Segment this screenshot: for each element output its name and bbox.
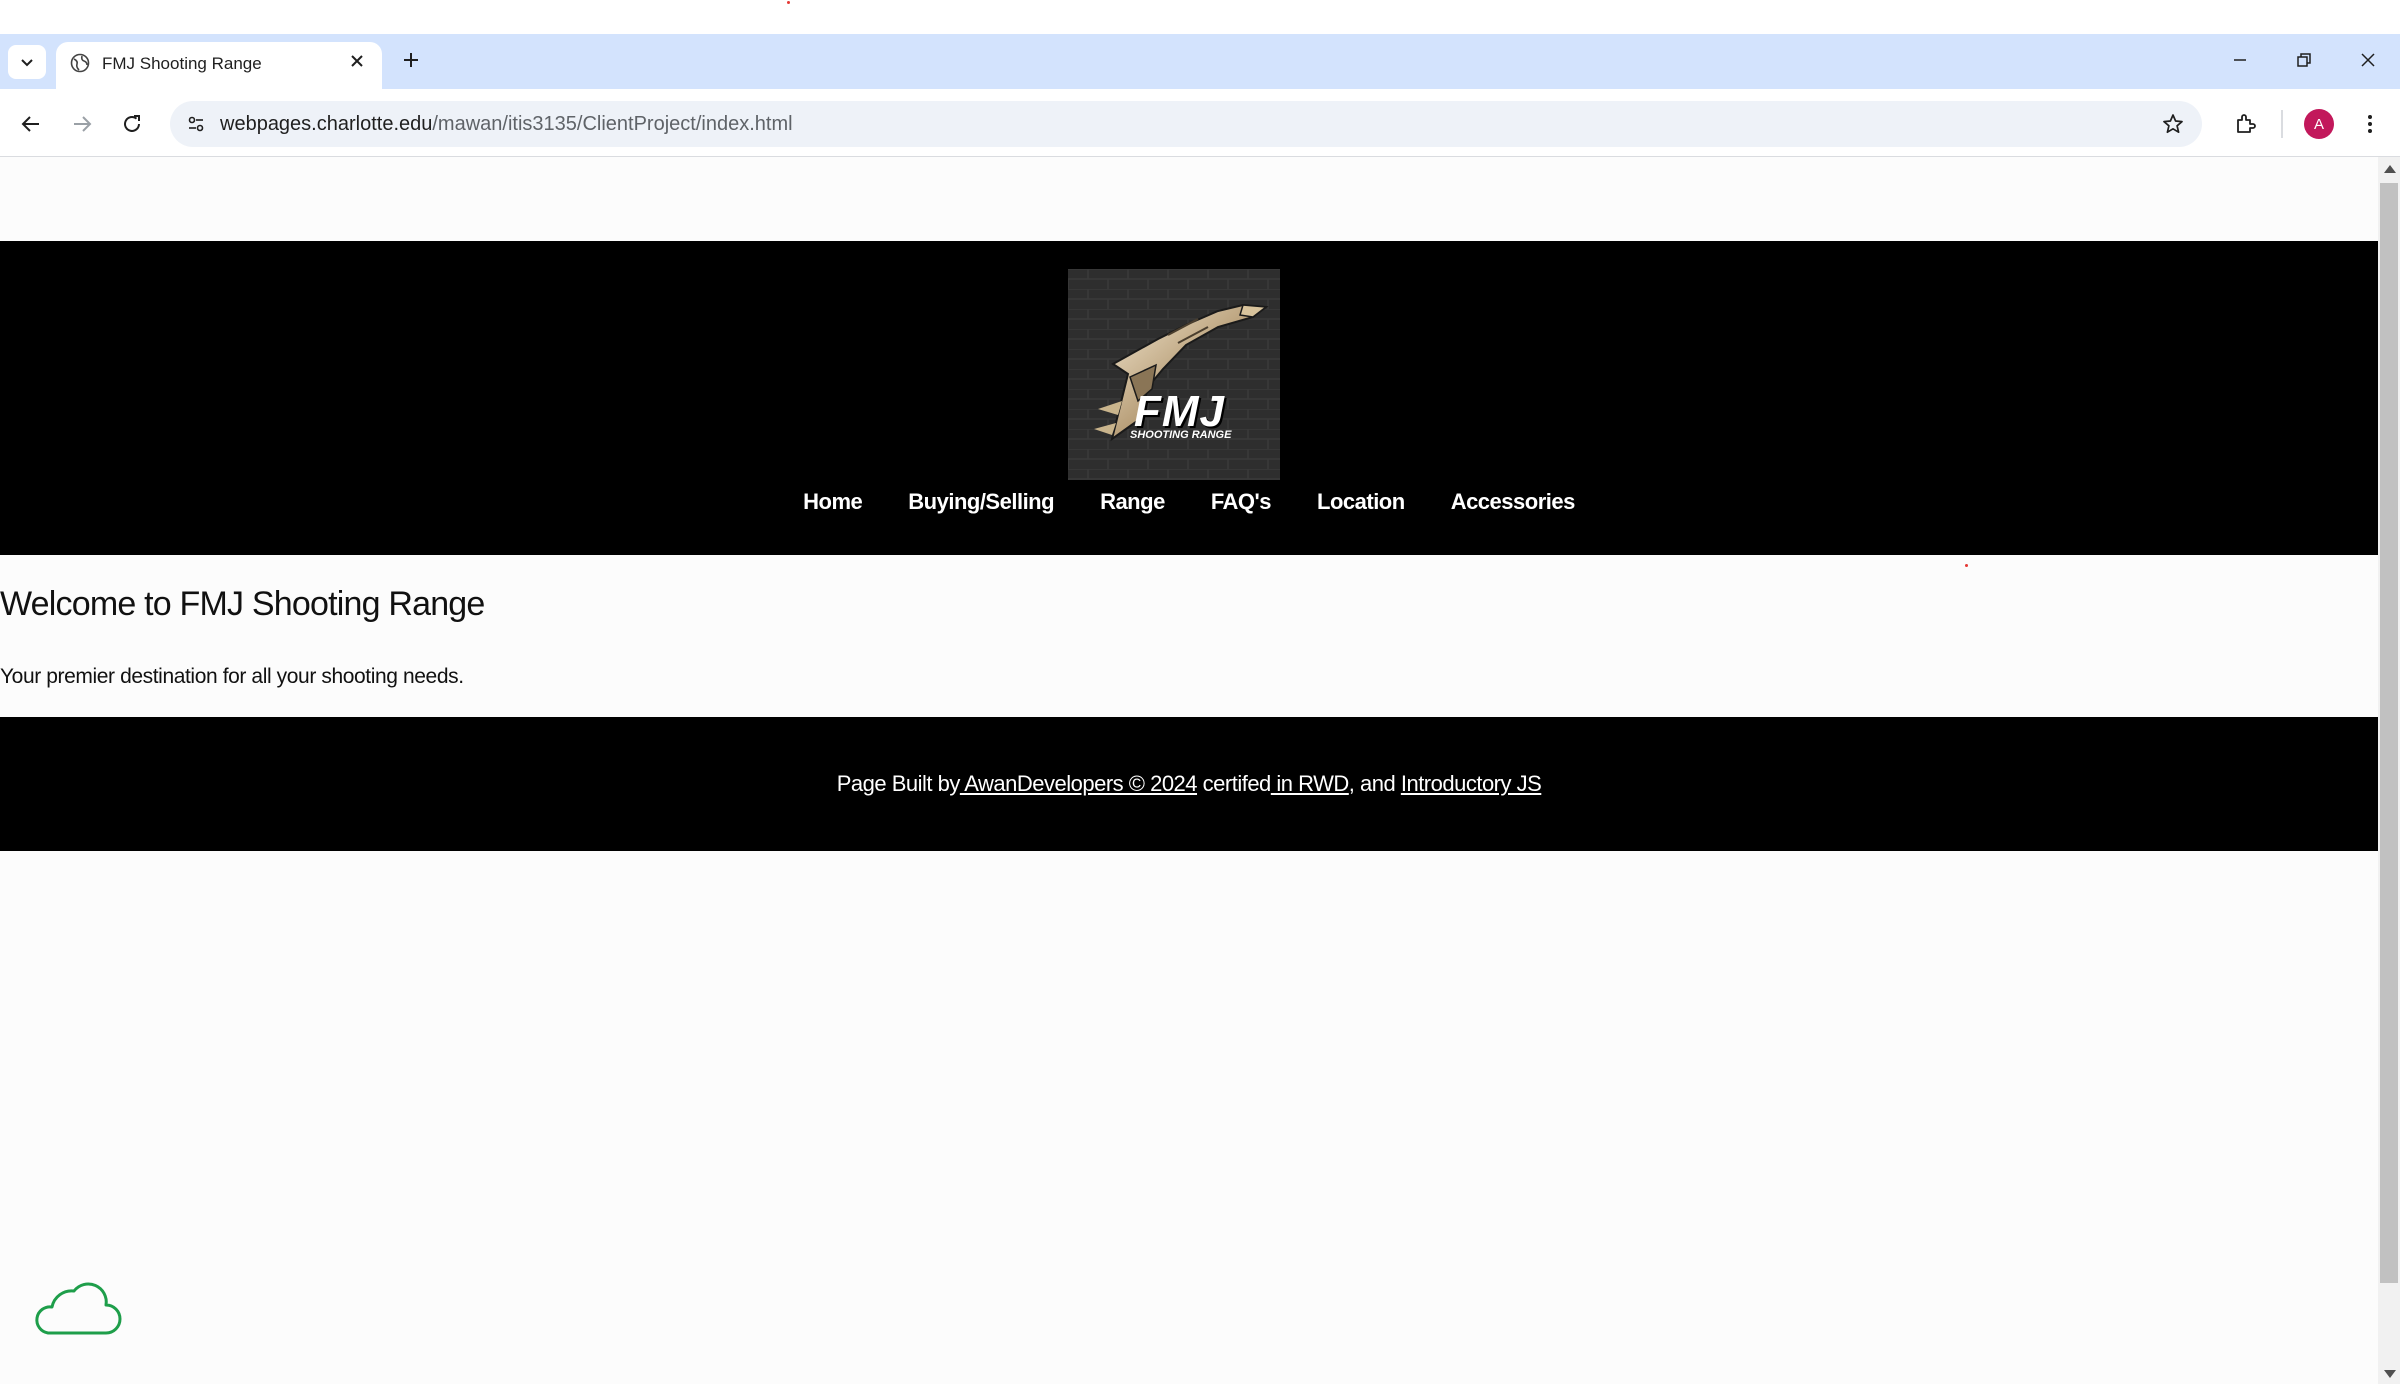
- site-logo[interactable]: FMJ SHOOTING RANGE: [1068, 269, 1280, 480]
- site-footer: Page Built by AwanDevelopers © 2024 cert…: [0, 717, 2378, 851]
- more-icon: [2368, 115, 2372, 133]
- restore-button[interactable]: [2274, 40, 2334, 80]
- extensions-icon: [2237, 114, 2256, 133]
- tab-list-button[interactable]: [8, 45, 46, 79]
- nav-home[interactable]: Home: [803, 489, 863, 515]
- footer-separator: , and: [1348, 771, 1401, 796]
- tab-list-icon: [21, 59, 33, 67]
- plus-icon: [404, 53, 418, 67]
- logo-graphic: [1068, 269, 1280, 480]
- close-icon[interactable]: [346, 50, 368, 72]
- extensions-button[interactable]: [2226, 104, 2266, 144]
- page-viewport: FMJ SHOOTING RANGE Home Buying/Selling R…: [0, 157, 2378, 1384]
- nav-accessories[interactable]: Accessories: [1451, 489, 1576, 515]
- forward-button[interactable]: [62, 104, 102, 144]
- back-button[interactable]: [11, 104, 51, 144]
- active-tab[interactable]: FMJ Shooting Range: [56, 42, 382, 89]
- scrollbar-thumb[interactable]: [2380, 183, 2398, 1283]
- toolbar-separator: [2281, 110, 2283, 138]
- top-strip: [0, 0, 2400, 34]
- url-path: /mawan/itis3135/ClientProject/index.html: [432, 113, 793, 135]
- scroll-up-arrow[interactable]: [2384, 165, 2396, 173]
- site-info-icon: [188, 116, 204, 132]
- menu-button[interactable]: [2350, 104, 2390, 144]
- forward-icon: [74, 116, 92, 132]
- site-info-button[interactable]: [180, 108, 212, 140]
- footer-author-link[interactable]: AwanDevelopers © 2024: [960, 771, 1197, 796]
- nav-faqs[interactable]: FAQ's: [1211, 489, 1272, 515]
- nav-buying-selling[interactable]: Buying/Selling: [908, 489, 1054, 515]
- red-dot: [787, 1, 790, 4]
- reload-button[interactable]: [112, 104, 152, 144]
- url-text[interactable]: webpages.charlotte.edu/mawan/itis3135/Cl…: [220, 113, 793, 136]
- window-close-icon: [2361, 53, 2375, 67]
- footer-prefix: Page Built by: [836, 771, 961, 796]
- footer-js-link[interactable]: Introductory JS: [1401, 771, 1542, 796]
- bookmark-button[interactable]: [2158, 109, 2188, 139]
- cloud-icon[interactable]: [30, 1275, 122, 1339]
- star-icon: [2163, 114, 2183, 134]
- footer-rwd-link[interactable]: in RWD: [1271, 771, 1349, 796]
- page-heading: Welcome to FMJ Shooting Range: [0, 585, 485, 623]
- window-close-button[interactable]: [2338, 40, 2398, 80]
- minimize-icon: [2234, 59, 2246, 61]
- new-tab-button[interactable]: [398, 47, 424, 73]
- red-dot: [1965, 564, 1968, 567]
- url-domain: webpages.charlotte.edu: [220, 113, 433, 135]
- site-header: FMJ SHOOTING RANGE Home Buying/Selling R…: [0, 241, 2378, 555]
- nav-range[interactable]: Range: [1100, 489, 1165, 515]
- reload-icon: [124, 115, 140, 132]
- nav-location[interactable]: Location: [1317, 489, 1405, 515]
- globe-icon: [70, 53, 90, 73]
- restore-icon: [2297, 53, 2311, 67]
- minimize-button[interactable]: [2210, 40, 2270, 80]
- tab-title: FMJ Shooting Range: [102, 54, 262, 73]
- back-icon: [21, 116, 39, 132]
- address-bar[interactable]: webpages.charlotte.edu/mawan/itis3135/Cl…: [170, 101, 2202, 147]
- main-nav: Home Buying/Selling Range FAQ's Location…: [0, 489, 2378, 515]
- footer-middle: certifed: [1197, 771, 1272, 796]
- scroll-down-arrow[interactable]: [2384, 1370, 2396, 1378]
- footer-text: Page Built by AwanDevelopers © 2024 cert…: [0, 771, 2378, 797]
- page-tagline: Your premier destination for all your sh…: [0, 665, 464, 688]
- logo-subtext: SHOOTING RANGE: [1130, 429, 1232, 441]
- profile-avatar[interactable]: A: [2304, 109, 2334, 139]
